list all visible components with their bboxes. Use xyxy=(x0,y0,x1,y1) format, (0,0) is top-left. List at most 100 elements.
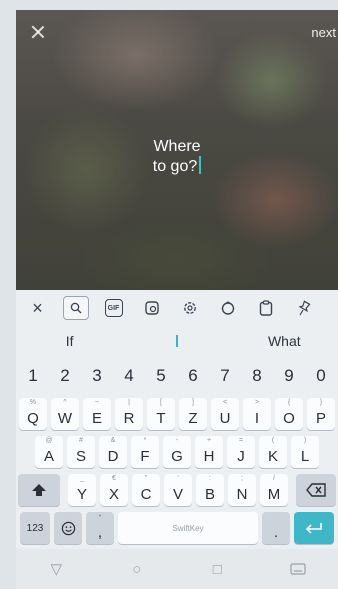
shift-key[interactable] xyxy=(18,474,60,506)
emoji-key[interactable] xyxy=(54,512,82,544)
enter-key[interactable] xyxy=(294,512,334,544)
key-y[interactable]: _ Y xyxy=(68,474,96,506)
space-brand-label: SwiftKey xyxy=(172,523,204,533)
key-0[interactable]: 0 xyxy=(307,360,335,392)
suggestion-right[interactable]: What xyxy=(231,333,338,349)
key-8[interactable]: 8 xyxy=(243,360,271,392)
pin-icon[interactable] xyxy=(287,296,320,320)
key-hint: _ xyxy=(80,475,84,482)
key-9[interactable]: 9 xyxy=(275,360,303,392)
bottom-row: 123 •, SwiftKey . xyxy=(16,512,338,544)
period-key[interactable]: . xyxy=(262,512,290,544)
key-hint: | xyxy=(128,399,130,406)
backspace-icon xyxy=(306,483,326,497)
key-e[interactable]: ~ E xyxy=(83,398,111,430)
key-hint: } xyxy=(319,399,323,406)
key-hint: [ xyxy=(160,399,162,406)
key-hint: # xyxy=(79,437,83,444)
key-p[interactable]: } P xyxy=(307,398,335,430)
sticker-icon[interactable] xyxy=(135,296,168,320)
key-m[interactable]: / M xyxy=(260,474,288,506)
back-triangle-icon[interactable]: ▽ xyxy=(46,559,66,579)
key-label: Y xyxy=(76,485,87,503)
key-hint: = xyxy=(238,437,244,444)
key-label: G xyxy=(171,447,183,465)
text-cursor xyxy=(199,156,202,174)
key-z[interactable]: ] Z xyxy=(179,398,207,430)
close-icon[interactable] xyxy=(30,24,46,40)
letter-row-3: _ Y € X " C ' V :B ; N / M xyxy=(16,474,338,506)
key-l[interactable]: ) L xyxy=(291,436,319,468)
gif-icon[interactable]: GIF xyxy=(97,296,130,320)
key-n[interactable]: ; N xyxy=(228,474,256,506)
device-frame: next Where to go? × GIF If What 1 2 3 4 … xyxy=(0,0,338,589)
clipboard-icon[interactable] xyxy=(249,296,282,320)
key-label: T xyxy=(156,409,166,427)
key-k[interactable]: (K xyxy=(259,436,287,468)
system-nav-bar: ▽ ○ □ xyxy=(16,549,338,589)
key-g[interactable]: -G xyxy=(163,436,191,468)
backspace-key[interactable] xyxy=(296,474,336,506)
key-hint: > xyxy=(254,399,260,406)
key-d[interactable]: & D xyxy=(99,436,127,468)
key-label: E xyxy=(91,409,102,427)
key-2[interactable]: 2 xyxy=(51,360,79,392)
key-i[interactable]: > I xyxy=(243,398,271,430)
suggestion-left[interactable]: If xyxy=(16,333,123,349)
key-v[interactable]: ' V xyxy=(164,474,192,506)
shift-icon xyxy=(32,484,46,496)
key-hint: + xyxy=(206,437,212,444)
key-hint: ] xyxy=(192,399,194,406)
key-label: Q xyxy=(27,409,39,427)
keyboard-hide-icon[interactable] xyxy=(288,559,308,579)
enter-icon xyxy=(305,523,322,534)
key-u[interactable]: < U xyxy=(211,398,239,430)
key-t[interactable]: [T xyxy=(147,398,175,430)
number-row: 1 2 3 4 5 6 7 8 9 0 xyxy=(16,360,338,392)
key-f[interactable]: * F xyxy=(131,436,159,468)
key-c[interactable]: " C xyxy=(132,474,160,506)
key-hint: ~ xyxy=(94,399,100,406)
key-a[interactable]: @ A xyxy=(35,436,63,468)
space-key[interactable]: SwiftKey xyxy=(118,512,258,544)
key-r[interactable]: | R xyxy=(115,398,143,430)
key-b[interactable]: :B xyxy=(196,474,224,506)
next-button[interactable]: next xyxy=(311,25,336,40)
key-label: P xyxy=(315,409,326,427)
key-3[interactable]: 3 xyxy=(83,360,111,392)
key-o[interactable]: {O xyxy=(275,398,303,430)
settings-icon[interactable] xyxy=(173,296,206,320)
home-circle-icon[interactable]: ○ xyxy=(127,559,147,579)
photo-canvas[interactable]: next Where to go? xyxy=(16,10,338,290)
key-5[interactable]: 5 xyxy=(147,360,175,392)
key-s[interactable]: # S xyxy=(67,436,95,468)
keyboard-toolbar: × GIF xyxy=(16,290,338,326)
key-w[interactable]: ^ W xyxy=(51,398,79,430)
caption-text-field[interactable]: Where to go? xyxy=(16,137,338,176)
suggestion-middle[interactable] xyxy=(123,335,230,347)
key-x[interactable]: € X xyxy=(100,474,128,506)
key-hint: @ xyxy=(45,437,53,444)
key-hint: < xyxy=(222,399,228,406)
comma-key[interactable]: •, xyxy=(86,512,114,544)
key-1[interactable]: 1 xyxy=(19,360,47,392)
key-label: Z xyxy=(188,409,198,427)
key-hint: ^ xyxy=(63,399,67,406)
recents-square-icon[interactable]: □ xyxy=(207,559,227,579)
key-label: R xyxy=(123,409,135,427)
keyboard-close-icon[interactable]: × xyxy=(21,296,54,320)
key-hint: { xyxy=(287,399,291,406)
key-h[interactable]: + H xyxy=(195,436,223,468)
key-hint: - xyxy=(175,437,179,444)
key-6[interactable]: 6 xyxy=(179,360,207,392)
theme-icon[interactable] xyxy=(211,296,244,320)
search-icon[interactable] xyxy=(59,296,92,320)
key-label: , xyxy=(97,523,103,541)
numbers-mode-key[interactable]: 123 xyxy=(20,512,50,544)
suggestion-bar: If What xyxy=(16,328,338,354)
key-4[interactable]: 4 xyxy=(115,360,143,392)
key-7[interactable]: 7 xyxy=(211,360,239,392)
key-j[interactable]: = J xyxy=(227,436,255,468)
key-hint: & xyxy=(110,437,116,444)
key-q[interactable]: % Q xyxy=(19,398,47,430)
